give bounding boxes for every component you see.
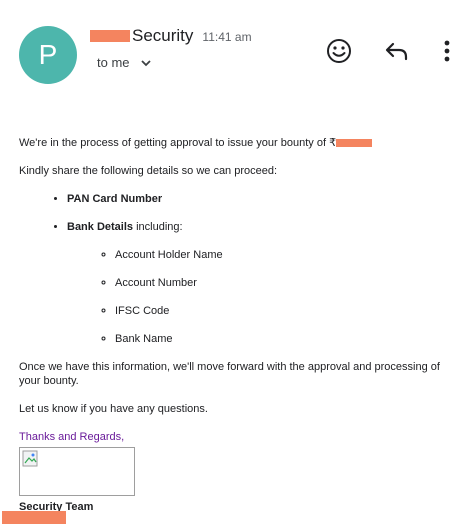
email-time: 11:41 am (202, 30, 252, 44)
signature-team: Security Team (19, 501, 94, 513)
sender-name[interactable]: Security (132, 26, 193, 46)
sender-row: Security 11:41 am (90, 26, 252, 46)
redacted-sender-prefix (90, 30, 130, 42)
redacted-amount (336, 139, 373, 148)
vertical-dots-icon (444, 40, 450, 62)
reply-arrow-icon (385, 42, 408, 61)
bank-details-suffix: including: (133, 221, 183, 233)
questions-paragraph: Let us know if you have any questions. (19, 403, 208, 415)
pan-card-label: PAN Card Number (67, 193, 163, 205)
redacted-signature-line (2, 511, 66, 524)
email-header: P Security 11:41 am to me (0, 0, 474, 100)
sender-avatar[interactable]: P (19, 26, 77, 84)
email-body: We're in the process of getting approval… (19, 136, 459, 514)
intro-text: We're in the process of getting approval… (19, 137, 337, 149)
recipient-toggle[interactable]: to me (97, 55, 152, 70)
list-item: Account Number (115, 276, 459, 290)
intro-paragraph: We're in the process of getting approval… (19, 136, 459, 150)
bank-details-sublist: Account Holder Name Account Number IFSC … (67, 248, 459, 346)
list-item: Bank Name (115, 332, 459, 346)
more-options-button[interactable] (436, 36, 458, 66)
chevron-down-icon[interactable] (140, 57, 152, 69)
list-item: Account Holder Name (115, 248, 459, 262)
signoff-text: Thanks and Regards, (19, 431, 125, 443)
closing-paragraph: Once we have this information, we'll mov… (19, 361, 440, 387)
smiley-icon (327, 39, 351, 63)
recipient-label: to me (97, 55, 130, 70)
details-list: PAN Card Number Bank Details including: … (19, 192, 459, 346)
request-paragraph: Kindly share the following details so we… (19, 165, 278, 177)
list-item: IFSC Code (115, 304, 459, 318)
signature-image (19, 447, 135, 496)
emoji-reaction-button[interactable] (324, 36, 354, 66)
list-item: Bank Details including: Account Holder N… (67, 220, 459, 346)
list-item: PAN Card Number (67, 192, 459, 206)
reply-button[interactable] (382, 38, 412, 64)
broken-image-icon (22, 450, 38, 467)
bank-details-label: Bank Details (67, 221, 134, 233)
